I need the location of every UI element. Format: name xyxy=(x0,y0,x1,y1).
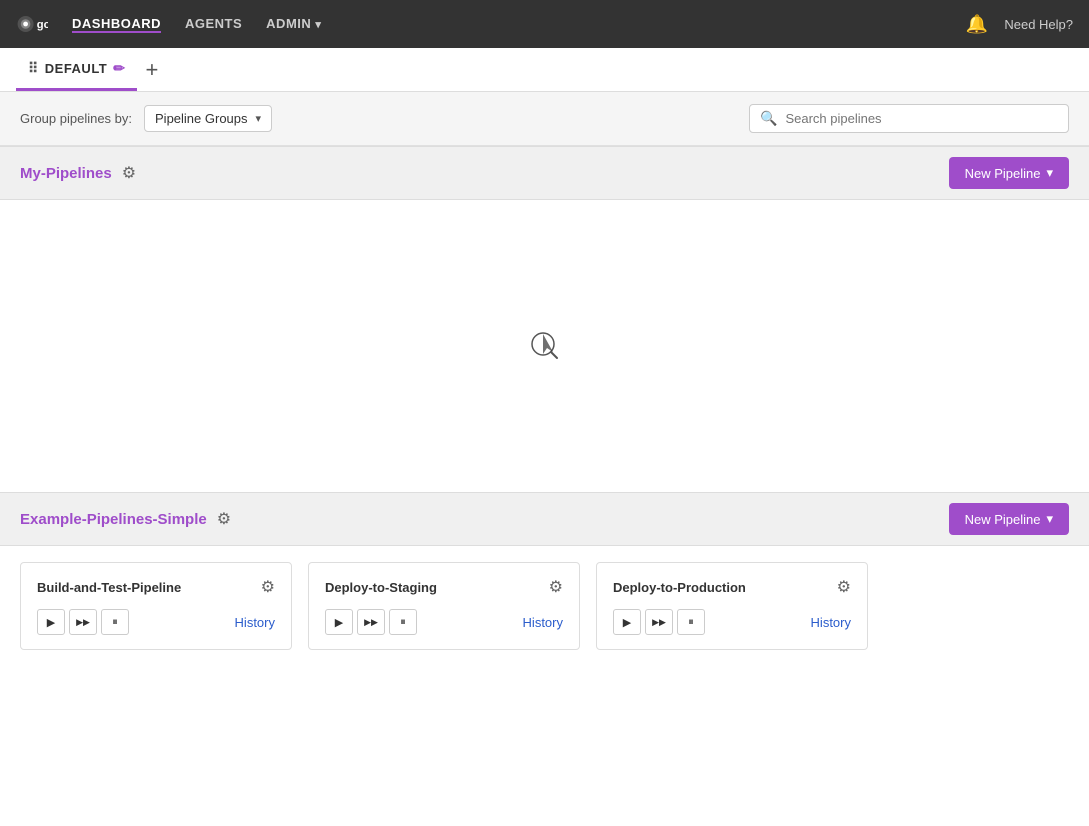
logo[interactable]: go xyxy=(16,8,48,40)
card-header-deploy-staging: Deploy-to-Staging ⚙ xyxy=(325,577,563,597)
new-pipeline-chevron: ▾ xyxy=(1046,165,1053,181)
card-footer-build-and-test: ▶ ▶▶ ⏸ History xyxy=(37,609,275,635)
build-and-test-play-btn[interactable]: ▶ xyxy=(37,609,65,635)
deploy-production-pause-btn[interactable]: ⏸ xyxy=(677,609,705,635)
group-title-example-simple[interactable]: Example-Pipelines-Simple xyxy=(20,511,207,528)
search-icon: 🔍 xyxy=(760,110,777,127)
tab-edit-icon[interactable]: ✏ xyxy=(113,60,125,77)
admin-dropdown-arrow: ▾ xyxy=(315,19,321,31)
nav-links: DASHBOARD AGENTS ADMIN ▾ xyxy=(72,16,942,33)
nav-right: 🔔 Need Help? xyxy=(966,14,1073,35)
group-header-example-simple: Example-Pipelines-Simple ⚙ New Pipeline … xyxy=(0,492,1089,546)
deploy-production-play-btn[interactable]: ▶ xyxy=(613,609,641,635)
new-pipeline-button-my-pipelines[interactable]: New Pipeline ▾ xyxy=(949,157,1069,189)
my-pipelines-settings-icon[interactable]: ⚙ xyxy=(122,163,136,183)
build-and-test-history-link[interactable]: History xyxy=(235,615,275,630)
pipeline-group-example-simple: Example-Pipelines-Simple ⚙ New Pipeline … xyxy=(0,492,1089,826)
card-title-deploy-staging: Deploy-to-Staging xyxy=(325,580,437,595)
group-by-label: Group pipelines by: xyxy=(20,111,132,126)
add-tab-button[interactable]: + xyxy=(137,59,166,81)
build-and-test-skip-btn[interactable]: ▶▶ xyxy=(69,609,97,635)
group-header-my-pipelines: My-Pipelines ⚙ New Pipeline ▾ xyxy=(0,146,1089,200)
deploy-production-btn-group: ▶ ▶▶ ⏸ xyxy=(613,609,705,635)
tab-default[interactable]: ⠿ DEFAULT ✏ xyxy=(16,48,137,91)
bell-icon[interactable]: 🔔 xyxy=(966,14,988,35)
tab-default-label: DEFAULT xyxy=(45,61,107,76)
new-pipeline-chevron-2: ▾ xyxy=(1046,511,1053,527)
group-header-left-example: Example-Pipelines-Simple ⚙ xyxy=(20,509,231,529)
pipeline-group-my-pipelines: My-Pipelines ⚙ New Pipeline ▾ xyxy=(0,146,1089,492)
grid-icon: ⠿ xyxy=(28,60,39,77)
filter-left: Group pipelines by: Pipeline Groups ▾ xyxy=(20,105,272,132)
group-by-select[interactable]: Pipeline Groups ▾ xyxy=(144,105,272,132)
pipeline-card-deploy-staging: Deploy-to-Staging ⚙ ▶ ▶▶ ⏸ History xyxy=(308,562,580,650)
group-by-value: Pipeline Groups xyxy=(155,111,248,126)
deploy-production-settings-icon[interactable]: ⚙ xyxy=(837,577,851,597)
nav-agents[interactable]: AGENTS xyxy=(185,16,242,33)
deploy-staging-history-link[interactable]: History xyxy=(523,615,563,630)
nav-dashboard[interactable]: DASHBOARD xyxy=(72,16,161,33)
group-header-left: My-Pipelines ⚙ xyxy=(20,163,136,183)
loading-spinner xyxy=(20,216,1069,476)
card-title-build-and-test: Build-and-Test-Pipeline xyxy=(37,580,181,595)
build-and-test-settings-icon[interactable]: ⚙ xyxy=(261,577,275,597)
cursor-icon xyxy=(529,330,561,362)
card-footer-deploy-production: ▶ ▶▶ ⏸ History xyxy=(613,609,851,635)
deploy-production-skip-btn[interactable]: ▶▶ xyxy=(645,609,673,635)
group-title-my-pipelines[interactable]: My-Pipelines xyxy=(20,165,112,182)
search-box: 🔍 xyxy=(749,104,1069,133)
deploy-staging-play-btn[interactable]: ▶ xyxy=(325,609,353,635)
card-header-deploy-production: Deploy-to-Production ⚙ xyxy=(613,577,851,597)
example-simple-pipelines-area: Build-and-Test-Pipeline ⚙ ▶ ▶▶ ⏸ History… xyxy=(0,546,1089,826)
new-pipeline-button-example-simple[interactable]: New Pipeline ▾ xyxy=(949,503,1069,535)
search-input[interactable] xyxy=(785,111,1058,126)
card-title-deploy-production: Deploy-to-Production xyxy=(613,580,746,595)
pipeline-card-build-and-test: Build-and-Test-Pipeline ⚙ ▶ ▶▶ ⏸ History xyxy=(20,562,292,650)
group-by-chevron: ▾ xyxy=(256,112,262,125)
deploy-staging-pause-btn[interactable]: ⏸ xyxy=(389,609,417,635)
need-help-link[interactable]: Need Help? xyxy=(1004,17,1073,32)
deploy-staging-btn-group: ▶ ▶▶ ⏸ xyxy=(325,609,417,635)
filter-bar: Group pipelines by: Pipeline Groups ▾ 🔍 xyxy=(0,92,1089,146)
example-simple-settings-icon[interactable]: ⚙ xyxy=(217,509,231,529)
my-pipelines-area xyxy=(0,200,1089,492)
nav-admin[interactable]: ADMIN ▾ xyxy=(266,16,321,33)
pipeline-card-deploy-production: Deploy-to-Production ⚙ ▶ ▶▶ ⏸ History xyxy=(596,562,868,650)
deploy-production-history-link[interactable]: History xyxy=(811,615,851,630)
card-footer-deploy-staging: ▶ ▶▶ ⏸ History xyxy=(325,609,563,635)
card-header-build-and-test: Build-and-Test-Pipeline ⚙ xyxy=(37,577,275,597)
tab-bar: ⠿ DEFAULT ✏ + xyxy=(0,48,1089,92)
top-nav: go DASHBOARD AGENTS ADMIN ▾ 🔔 Need Help? xyxy=(0,0,1089,48)
svg-text:go: go xyxy=(37,19,48,31)
deploy-staging-settings-icon[interactable]: ⚙ xyxy=(549,577,563,597)
deploy-staging-skip-btn[interactable]: ▶▶ xyxy=(357,609,385,635)
build-and-test-pause-btn[interactable]: ⏸ xyxy=(101,609,129,635)
build-and-test-btn-group: ▶ ▶▶ ⏸ xyxy=(37,609,129,635)
